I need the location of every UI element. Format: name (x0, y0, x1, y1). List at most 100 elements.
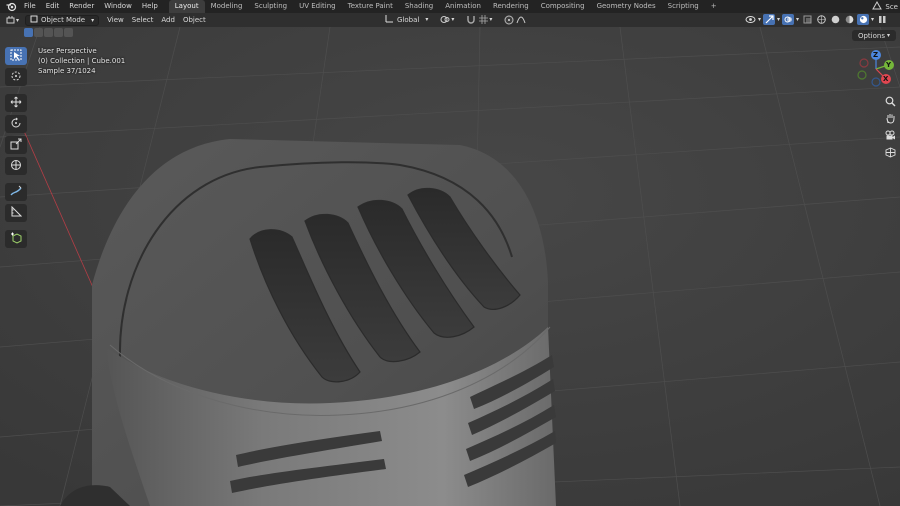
select-subtract-icon[interactable] (44, 28, 53, 37)
neg-z-axis-icon[interactable] (871, 77, 881, 87)
tab-compositing[interactable]: Compositing (535, 0, 591, 13)
menu-help[interactable]: Help (137, 0, 163, 13)
scene-selector[interactable]: Sce (872, 0, 900, 13)
mode-dropdown[interactable]: Object Mode ▾ (25, 14, 100, 26)
zoom-button[interactable] (883, 95, 898, 110)
scale-tool[interactable] (5, 136, 27, 154)
options-dropdown[interactable]: Options ▾ (851, 30, 896, 41)
transform-orientation-dropdown[interactable]: Global ▾ (381, 14, 432, 25)
select-extend-icon[interactable] (34, 28, 43, 37)
select-box-tool[interactable] (5, 47, 27, 65)
tab-animation[interactable]: Animation (439, 0, 487, 13)
overlays-icon[interactable] (782, 14, 795, 25)
top-menu-bar: File Edit Render Window Help Layout Mode… (0, 0, 900, 13)
camera-icon (885, 130, 896, 143)
annotate-icon (10, 185, 22, 199)
editor-type-icon (4, 15, 16, 26)
menu-window[interactable]: Window (99, 0, 137, 13)
chevron-down-icon[interactable]: ▾ (758, 16, 761, 23)
move-icon (10, 96, 22, 110)
menu-render[interactable]: Render (64, 0, 99, 13)
mode-label: Object Mode (41, 16, 86, 24)
menu-select[interactable]: Select (128, 15, 158, 26)
orientation-axes-icon (385, 14, 394, 25)
menu-edit[interactable]: Edit (41, 0, 65, 13)
chevron-down-icon: ▾ (425, 16, 429, 23)
ortho-toggle-button[interactable] (883, 146, 898, 161)
tool-shelf (5, 47, 27, 248)
pan-button[interactable] (883, 112, 898, 127)
orientation-label: Global (397, 15, 420, 24)
select-box-icon (10, 49, 22, 63)
snap-button[interactable]: ▾ (461, 14, 496, 25)
tab-texture-paint[interactable]: Texture Paint (342, 0, 399, 13)
transform-tool[interactable] (5, 157, 27, 175)
pivot-point-button[interactable]: ▾ (435, 14, 458, 25)
options-label: Options (857, 31, 885, 40)
rotate-icon (10, 117, 22, 131)
chevron-down-icon: ▾ (489, 16, 493, 23)
tab-scripting[interactable]: Scripting (662, 0, 705, 13)
shading-material-icon[interactable] (843, 14, 855, 25)
cursor-icon (10, 70, 22, 84)
chevron-down-icon: ▾ (16, 16, 20, 24)
rotate-tool[interactable] (5, 115, 27, 133)
add-workspace-button[interactable]: + (705, 0, 723, 13)
camera-view-button[interactable] (883, 129, 898, 144)
gizmo-toggle-icon[interactable] (763, 14, 776, 25)
chevron-down-icon[interactable]: ▾ (871, 16, 874, 23)
annotate-tool[interactable] (5, 183, 27, 201)
neg-y-axis-icon[interactable] (857, 70, 867, 80)
snap-grid-icon (477, 14, 489, 25)
tab-rendering[interactable]: Rendering (487, 0, 535, 13)
menu-add[interactable]: Add (157, 15, 179, 26)
measure-icon (10, 205, 23, 220)
blender-logo-icon[interactable] (3, 0, 19, 13)
neg-x-axis-icon[interactable] (859, 58, 869, 68)
visibility-icon[interactable] (744, 14, 756, 25)
add-cube-icon (10, 232, 22, 246)
editor-type-button[interactable]: ▾ (0, 15, 23, 26)
ortho-grid-icon (885, 147, 896, 160)
zoom-icon (885, 96, 896, 109)
active-object-info: (0) Collection | Cube.001 (38, 57, 126, 65)
tab-modeling[interactable]: Modeling (205, 0, 249, 13)
pivot-icon (439, 14, 451, 25)
tab-geometry-nodes[interactable]: Geometry Nodes (591, 0, 662, 13)
chevron-down-icon: ▾ (91, 16, 95, 24)
navigation-gizmo[interactable]: Z Y X (852, 47, 898, 93)
cursor-tool[interactable] (5, 68, 27, 86)
tab-layout[interactable]: Layout (168, 0, 205, 13)
render-sample-count: Sample 37/1024 (38, 67, 96, 75)
select-new-icon[interactable] (24, 28, 33, 37)
shading-wireframe-icon[interactable] (815, 14, 827, 25)
chevron-down-icon: ▾ (886, 32, 890, 39)
proportional-edit-button[interactable] (499, 14, 531, 25)
split-area-icon[interactable] (876, 14, 888, 25)
add-cube-tool[interactable] (5, 230, 27, 248)
3d-viewport[interactable] (0, 27, 900, 506)
y-axis-label: Y (886, 61, 892, 69)
falloff-curve-icon (515, 14, 527, 25)
tab-shading[interactable]: Shading (399, 0, 439, 13)
menu-file[interactable]: File (19, 0, 41, 13)
chevron-down-icon[interactable]: ▾ (777, 16, 780, 23)
move-tool[interactable] (5, 94, 27, 112)
transform-icon (10, 159, 22, 173)
chevron-down-icon[interactable]: ▾ (796, 16, 799, 23)
scale-icon (10, 138, 22, 152)
menu-object[interactable]: Object (179, 15, 210, 26)
menu-view[interactable]: View (103, 15, 128, 26)
scene-name: Sce (885, 2, 898, 11)
xray-toggle-icon[interactable] (801, 14, 813, 25)
chevron-down-icon: ▾ (451, 16, 455, 23)
object-mode-icon (30, 15, 38, 25)
select-intersect-icon[interactable] (64, 28, 73, 37)
select-invert-icon[interactable] (54, 28, 63, 37)
measure-tool[interactable] (5, 204, 27, 222)
tab-sculpting[interactable]: Sculpting (248, 0, 293, 13)
shading-solid-icon[interactable] (829, 14, 841, 25)
shading-rendered-icon[interactable] (857, 14, 870, 25)
viewport-info: User Perspective (0) Collection | Cube.0… (38, 46, 125, 76)
tab-uv-editing[interactable]: UV Editing (293, 0, 342, 13)
